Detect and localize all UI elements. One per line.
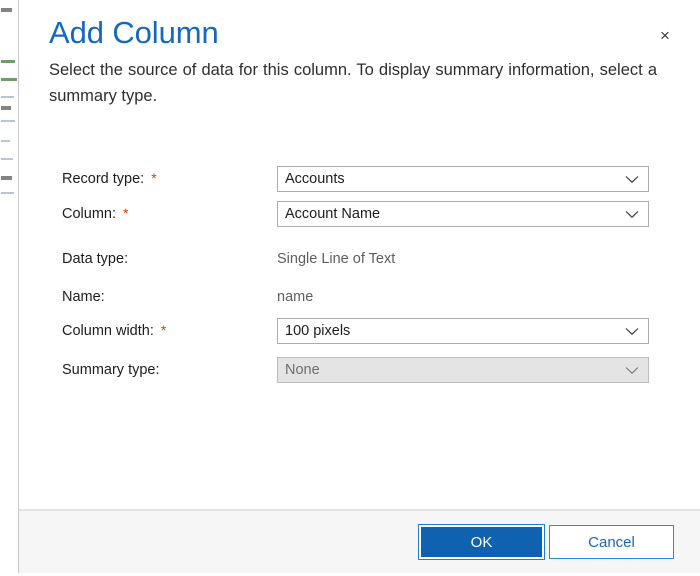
column-width-select[interactable]: 100 pixels bbox=[277, 318, 649, 344]
required-indicator: * bbox=[151, 170, 157, 186]
dialog-body: Add Column × Select the source of data f… bbox=[19, 0, 700, 510]
label-column-text: Column: bbox=[62, 206, 116, 222]
column-value: Account Name bbox=[285, 206, 381, 222]
field-name: name bbox=[277, 284, 649, 310]
dialog-description: Select the source of data for this colum… bbox=[49, 61, 657, 105]
form-row-record-type: Record type: * Accounts bbox=[19, 166, 700, 192]
record-type-select[interactable]: Accounts bbox=[277, 166, 649, 192]
required-indicator: * bbox=[160, 322, 167, 338]
label-name: Name: bbox=[62, 289, 105, 305]
ok-button[interactable]: OK bbox=[418, 524, 545, 560]
field-record-type: Accounts bbox=[277, 166, 649, 192]
data-type-value: Single Line of Text bbox=[277, 251, 396, 267]
label-column-width: Column width: * bbox=[62, 318, 166, 344]
form-row-column-width: Column width: * 100 pixels bbox=[19, 318, 700, 344]
cancel-button[interactable]: Cancel bbox=[549, 525, 674, 559]
summary-type-value: None bbox=[285, 362, 320, 378]
form-row-data-type: Data type: Single Line of Text bbox=[19, 246, 700, 272]
name-value: name bbox=[277, 289, 314, 305]
label-record-type-text: Record type: bbox=[62, 171, 145, 187]
form-row-name: Name: name bbox=[19, 284, 700, 310]
add-column-dialog: Add Column × Select the source of data f… bbox=[19, 0, 700, 576]
column-width-value: 100 pixels bbox=[285, 323, 351, 339]
record-type-value: Accounts bbox=[285, 171, 345, 187]
close-icon[interactable]: × bbox=[652, 22, 678, 48]
label-record-type: Record type: * bbox=[62, 166, 157, 192]
form-row-column: Column: * Account Name bbox=[19, 201, 700, 227]
field-data-type: Single Line of Text bbox=[277, 246, 649, 272]
label-column: Column: * bbox=[62, 201, 128, 227]
chevron-down-icon bbox=[622, 358, 642, 382]
chevron-down-icon bbox=[622, 319, 642, 343]
form-row-summary-type: Summary type: None bbox=[19, 357, 700, 383]
dialog-footer: OK Cancel bbox=[19, 510, 700, 576]
label-summary-type: Summary type: bbox=[62, 362, 160, 378]
background-page-strip bbox=[0, 0, 19, 576]
chevron-down-icon bbox=[622, 167, 642, 191]
chevron-down-icon bbox=[622, 202, 642, 226]
dialog-title: Add Column bbox=[49, 15, 219, 50]
field-column-width: 100 pixels bbox=[277, 318, 649, 344]
required-indicator: * bbox=[123, 205, 129, 221]
summary-type-select: None bbox=[277, 357, 649, 383]
field-column: Account Name bbox=[277, 201, 649, 227]
label-data-type: Data type: bbox=[62, 251, 129, 267]
column-select[interactable]: Account Name bbox=[277, 201, 649, 227]
label-column-width-text: Column width: bbox=[62, 323, 154, 339]
field-summary-type: None bbox=[277, 357, 649, 383]
